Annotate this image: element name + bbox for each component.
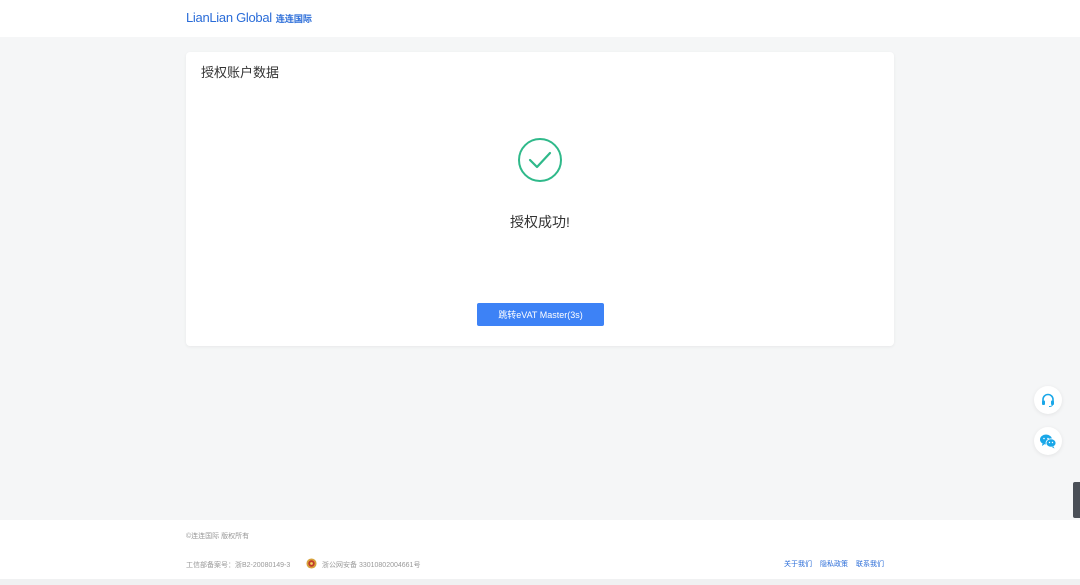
footer-bottom-strip: [0, 579, 1080, 585]
wechat-icon: [1040, 434, 1057, 449]
check-circle-icon: [518, 138, 562, 182]
card-title: 授权账户数据: [201, 65, 280, 80]
icp-record[interactable]: 工信部备案号：浙B2-20080149-3: [186, 560, 290, 570]
authorization-card: 授权账户数据 授权成功! 跳转eVAT Master(3s): [186, 52, 894, 346]
privacy-policy-link[interactable]: 隐私政策: [820, 559, 848, 569]
about-us-link[interactable]: 关于我们: [784, 559, 812, 569]
jump-to-evat-button[interactable]: 跳转eVAT Master(3s): [477, 303, 604, 326]
top-bar: LianLian Global 连连国际: [0, 0, 1080, 37]
footer: ©连连国际 版权所有 工信部备案号：浙B2-20080149-3 浙公网安备 3…: [0, 520, 1080, 579]
success-message: 授权成功!: [510, 214, 570, 230]
police-badge-icon: [306, 558, 317, 569]
footer-links: 关于我们 隐私政策 联系我们: [784, 559, 884, 569]
logo-text-cn: 连连国际: [275, 14, 312, 24]
contact-us-link[interactable]: 联系我们: [856, 559, 884, 569]
wechat-button[interactable]: [1034, 427, 1062, 455]
side-feedback-tab[interactable]: [1073, 482, 1080, 518]
customer-support-button[interactable]: [1034, 386, 1062, 414]
copyright-text: ©连连国际 版权所有: [186, 533, 250, 540]
headset-icon: [1042, 393, 1054, 407]
police-record[interactable]: 浙公网安备 33010802004661号: [322, 560, 420, 570]
logo-text-en: LianLian Global: [186, 10, 272, 25]
lianlian-logo[interactable]: LianLian Global 连连国际: [186, 10, 312, 25]
